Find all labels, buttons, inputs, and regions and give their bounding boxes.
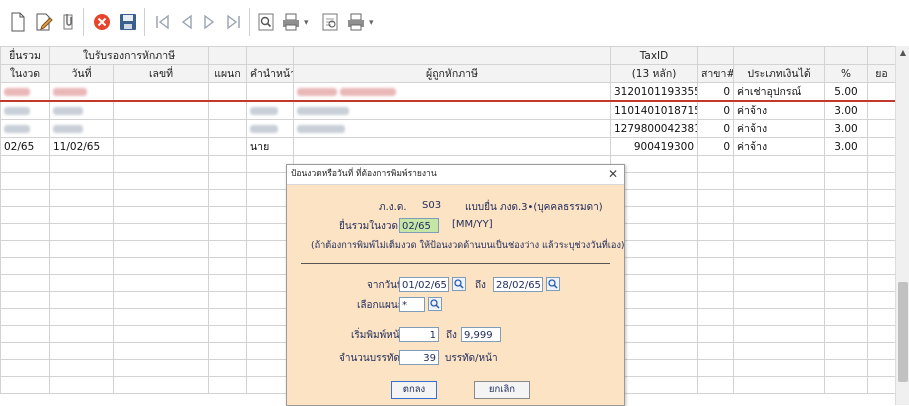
grid-header-row-bottom: ในงวด วันที่ เลขที่ แผนก คำนำหน้า ผู้ถูก… (0, 64, 895, 83)
table-row[interactable]: 1279800042381 0 ค่าจ้าง 3.00 (0, 119, 895, 138)
start-page-input[interactable]: 1 (399, 327, 439, 342)
divider (301, 263, 610, 264)
new-doc-icon[interactable] (6, 10, 30, 34)
header-period: ในงวด (0, 64, 50, 83)
header-number: เลขที่ (113, 64, 209, 83)
save-icon[interactable] (116, 10, 140, 34)
period-note: (ถ้าต้องการพิมพ์ไม่เต็มงวด ให้ป้อนงวดด้า… (311, 240, 625, 251)
table-row[interactable]: 1101401018715 0 ค่าจ้าง 3.00 (0, 100, 895, 120)
header-dept: แผนก (208, 64, 247, 83)
from-date-input[interactable]: 01/02/65 (399, 277, 449, 292)
toolbar: ▾ ▾ (0, 0, 909, 46)
to-date-input[interactable]: 28/02/65 (493, 277, 543, 292)
header-filed-period: ยื่นรวม (0, 46, 50, 65)
chevron-down-icon[interactable]: ▾ (304, 18, 309, 28)
table-row[interactable]: 3120101193355 0 ค่าเช่าอุปกรณ์ 5.00 (0, 82, 895, 102)
end-page-input[interactable]: 9,999 (461, 327, 501, 342)
grid-header-row-top: ยื่นรวม ใบรับรองการหักภาษี TaxID (0, 46, 895, 65)
vertical-scrollbar[interactable]: ▲ (895, 46, 909, 405)
scroll-up-icon[interactable]: ▲ (898, 48, 908, 58)
preview-icon[interactable] (318, 10, 342, 34)
lines-per-page-unit: บรรทัด/หน้า (445, 353, 498, 364)
header-percent: % (824, 64, 868, 83)
to-date-label: ถึง (475, 280, 486, 291)
search-icon[interactable] (428, 297, 442, 311)
end-page-label: ถึง (446, 330, 457, 341)
start-page-label: เริ่มพิมพ์หน้า (351, 330, 406, 341)
close-icon[interactable]: ✕ (608, 165, 618, 184)
header-date: วันที่ (49, 64, 114, 83)
first-record-icon[interactable] (150, 10, 174, 34)
period-hint: [MM/YY] (452, 219, 493, 230)
cancel-button[interactable]: ยกเลิก (474, 381, 530, 399)
attach-icon[interactable] (56, 10, 80, 34)
header-title: คำนำหน้า (246, 64, 294, 83)
department-label: เลือกแผนก (357, 300, 404, 311)
header-payer: ผู้ถูกหักภาษี (293, 64, 611, 83)
ok-button[interactable]: ตกลง (391, 381, 437, 399)
header-certificate: ใบรับรองการหักภาษี (49, 46, 209, 65)
edit-doc-icon[interactable] (32, 10, 56, 34)
table-row[interactable]: 02/65 11/02/65 นาย 900419300 0 ค่าจ้าง 3… (0, 137, 895, 156)
form-description: แบบยื่น ภงด.3•(บุคคลธรรมดา) (465, 202, 603, 213)
search-icon[interactable] (452, 277, 466, 291)
period-label: ยื่นรวมในงวด (339, 221, 398, 232)
header-taxid-sub: (13 หลัก) (610, 64, 698, 83)
header-branch: สาขา# (697, 64, 734, 83)
print-icon[interactable] (279, 10, 303, 34)
prev-record-icon[interactable] (174, 10, 198, 34)
print-icon[interactable] (344, 10, 368, 34)
dialog-titlebar: ป้อนงวดหรือวันที่ ที่ต้องการพิมพ์รายงาน … (287, 165, 624, 185)
lines-per-page-input[interactable]: 39 (399, 350, 439, 365)
department-input[interactable]: * (399, 297, 425, 312)
form-code: S03 (422, 200, 442, 211)
header-income-type: ประเภทเงินได้ (733, 64, 825, 83)
dialog-title: ป้อนงวดหรือวันที่ ที่ต้องการพิมพ์รายงาน (291, 169, 437, 179)
form-label: ภ.ง.ด. (379, 202, 407, 213)
next-record-icon[interactable] (198, 10, 222, 34)
header-amount: ยอ (867, 64, 895, 83)
search-icon[interactable] (254, 10, 278, 34)
delete-icon[interactable] (90, 10, 114, 34)
search-icon[interactable] (546, 277, 560, 291)
last-record-icon[interactable] (222, 10, 246, 34)
lines-per-page-label: จำนวนบรรทัด (339, 353, 400, 364)
print-range-dialog: ป้อนงวดหรือวันที่ ที่ต้องการพิมพ์รายงาน … (286, 164, 625, 406)
header-taxid: TaxID (610, 46, 698, 65)
chevron-down-icon[interactable]: ▾ (369, 18, 374, 28)
scrollbar-thumb[interactable] (898, 282, 908, 382)
period-input[interactable]: 02/65 (399, 218, 439, 233)
